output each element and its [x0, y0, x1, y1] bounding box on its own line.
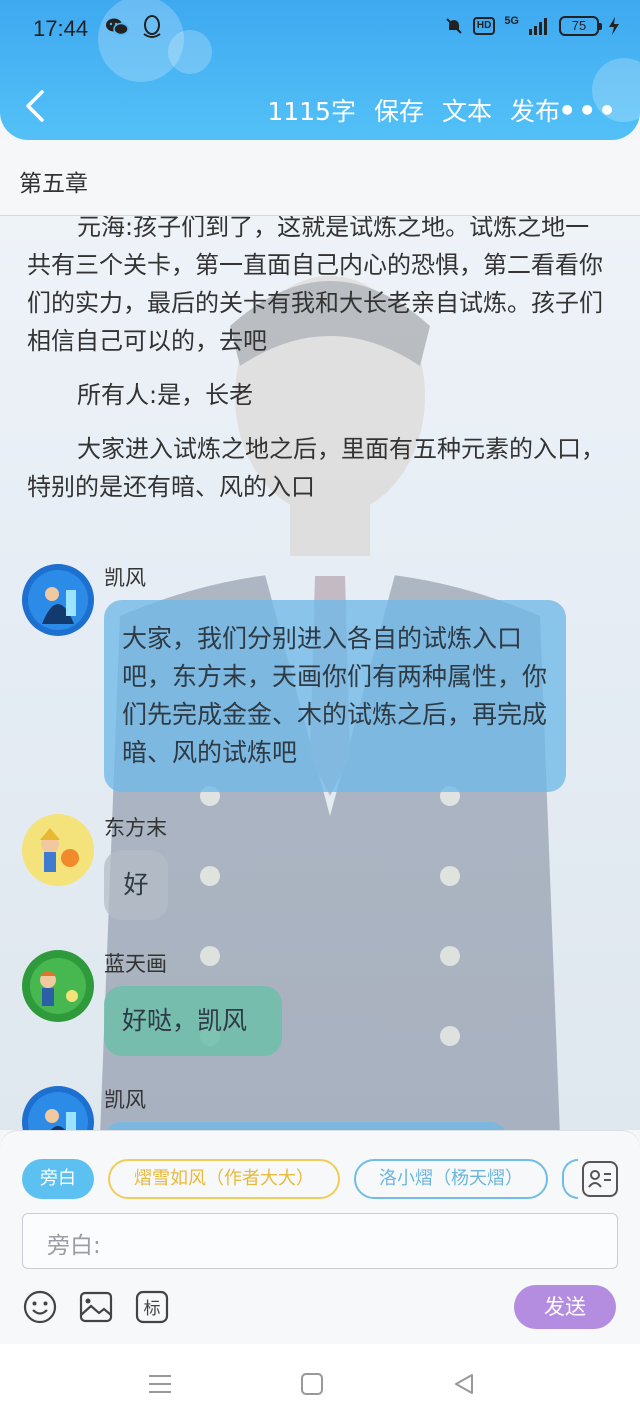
network-label: 5G — [504, 15, 519, 27]
message-bubble[interactable]: 好哒，凯风 — [104, 986, 282, 1056]
narration-paragraph: 所有人:是，长老 — [77, 381, 254, 409]
wechat-icon — [106, 18, 129, 36]
tag-button[interactable]: 标 — [134, 1289, 170, 1325]
avatar[interactable] — [22, 814, 94, 886]
message-input[interactable]: 旁白: — [22, 1213, 618, 1269]
nav-row: 1115字 保存 文本 发布 ••• — [0, 84, 640, 132]
image-button[interactable] — [78, 1289, 114, 1325]
word-count: 1115字 — [267, 97, 356, 126]
avatar-dongfangmo-image — [22, 814, 94, 886]
home-button[interactable] — [298, 1370, 328, 1398]
narration-paragraph: 大家进入试炼之地之后，里面有五种元素的入口，特别的是还有暗、风的入口 — [27, 435, 605, 501]
avatar-kaifeng-image — [22, 1086, 94, 1130]
avatar[interactable] — [22, 950, 94, 1022]
square-icon — [301, 1373, 323, 1395]
input-panel: 旁白 熠雪如风（作者大大） 洛小熠（杨天熠） 旁白: 标 发送 — [0, 1130, 640, 1344]
menu-button[interactable] — [146, 1370, 176, 1398]
status-bar: 17:44 HD 5G 75 — [0, 0, 640, 58]
chat-message: 蓝天画 好哒，凯风 — [22, 950, 622, 1060]
role-chip-narrator[interactable]: 旁白 — [22, 1159, 94, 1199]
sender-name: 凯风 — [104, 566, 146, 590]
sender-name: 凯风 — [104, 1088, 146, 1112]
avatar[interactable] — [22, 564, 94, 636]
character-list-button[interactable] — [582, 1161, 618, 1197]
status-time: 17:44 — [33, 16, 89, 41]
chevron-left-icon — [26, 90, 44, 122]
chat-message: 凯风 — [22, 1086, 622, 1130]
message-bubble[interactable]: 好 — [104, 850, 168, 920]
narration-block: 元海:孩子们到了，这就是试炼之地。试炼之地一共有三个关卡，第一直面自己内心的恐惧… — [27, 216, 607, 506]
role-chip-luoxiaoyi[interactable]: 洛小熠（杨天熠） — [354, 1159, 548, 1199]
back-nav-button[interactable] — [450, 1370, 480, 1398]
message-bubble[interactable] — [104, 1122, 508, 1130]
charging-bolt-icon — [609, 17, 619, 35]
svg-text:标: 标 — [144, 1299, 161, 1319]
sender-name: 东方末 — [104, 816, 167, 840]
status-right-icons: HD 5G 75 — [444, 15, 620, 36]
top-header: 17:44 HD 5G 75 1115字 保存 文本 发布 ••• — [0, 0, 640, 140]
triangle-back-icon — [455, 1374, 473, 1394]
battery-indicator: 75 — [559, 16, 602, 36]
narration-paragraph: 元海:孩子们到了，这就是试炼之地。试炼之地一共有三个关卡，第一直面自己内心的恐惧… — [27, 216, 603, 355]
role-selector: 旁白 熠雪如风（作者大大） 洛小熠（杨天熠） — [22, 1159, 622, 1199]
tag-icon: 标 — [135, 1290, 169, 1324]
avatar-kaifeng-image — [22, 564, 94, 636]
mute-bell-icon — [446, 18, 462, 34]
send-button[interactable]: 发送 — [514, 1285, 616, 1329]
system-navigation-bar — [0, 1344, 640, 1422]
qq-icon — [143, 15, 161, 38]
back-button[interactable] — [20, 84, 56, 130]
message-bubble[interactable]: 大家，我们分别进入各自的试炼入口吧，东方末，天画你们有两种属性，你们先完成金金、… — [104, 600, 566, 792]
header-actions: 1115字 保存 文本 发布 — [267, 92, 560, 128]
role-chip-author[interactable]: 熠雪如风（作者大大） — [108, 1159, 340, 1199]
avatar-lantianhua-image — [22, 950, 94, 1022]
signal-icon — [529, 18, 547, 35]
publish-button[interactable]: 发布 — [510, 92, 560, 128]
chat-message: 东方末 好 — [22, 814, 622, 924]
emoji-button[interactable] — [22, 1289, 58, 1325]
chat-message: 凯风 大家，我们分别进入各自的试炼入口吧，东方末，天画你们有两种属性，你们先完成… — [22, 564, 622, 794]
menu-lines-icon — [149, 1375, 171, 1393]
more-options-button[interactable]: ••• — [558, 94, 618, 127]
smiley-icon — [23, 1290, 57, 1324]
hd-badge: HD — [472, 17, 496, 35]
sender-name: 蓝天画 — [104, 952, 167, 976]
contact-card-icon — [588, 1170, 611, 1188]
notification-icons — [104, 14, 164, 40]
role-chip-more[interactable] — [562, 1159, 578, 1199]
chapter-title[interactable]: 第五章 — [19, 164, 88, 198]
input-toolbar: 标 发送 — [22, 1285, 622, 1329]
save-button[interactable]: 保存 — [374, 92, 424, 128]
image-icon — [79, 1291, 113, 1323]
chapter-bar: 第五章 — [0, 140, 640, 216]
story-content[interactable]: 元海:孩子们到了，这就是试炼之地。试炼之地一共有三个关卡，第一直面自己内心的恐惧… — [0, 216, 640, 1130]
avatar[interactable] — [22, 1086, 94, 1130]
text-button[interactable]: 文本 — [442, 92, 492, 128]
